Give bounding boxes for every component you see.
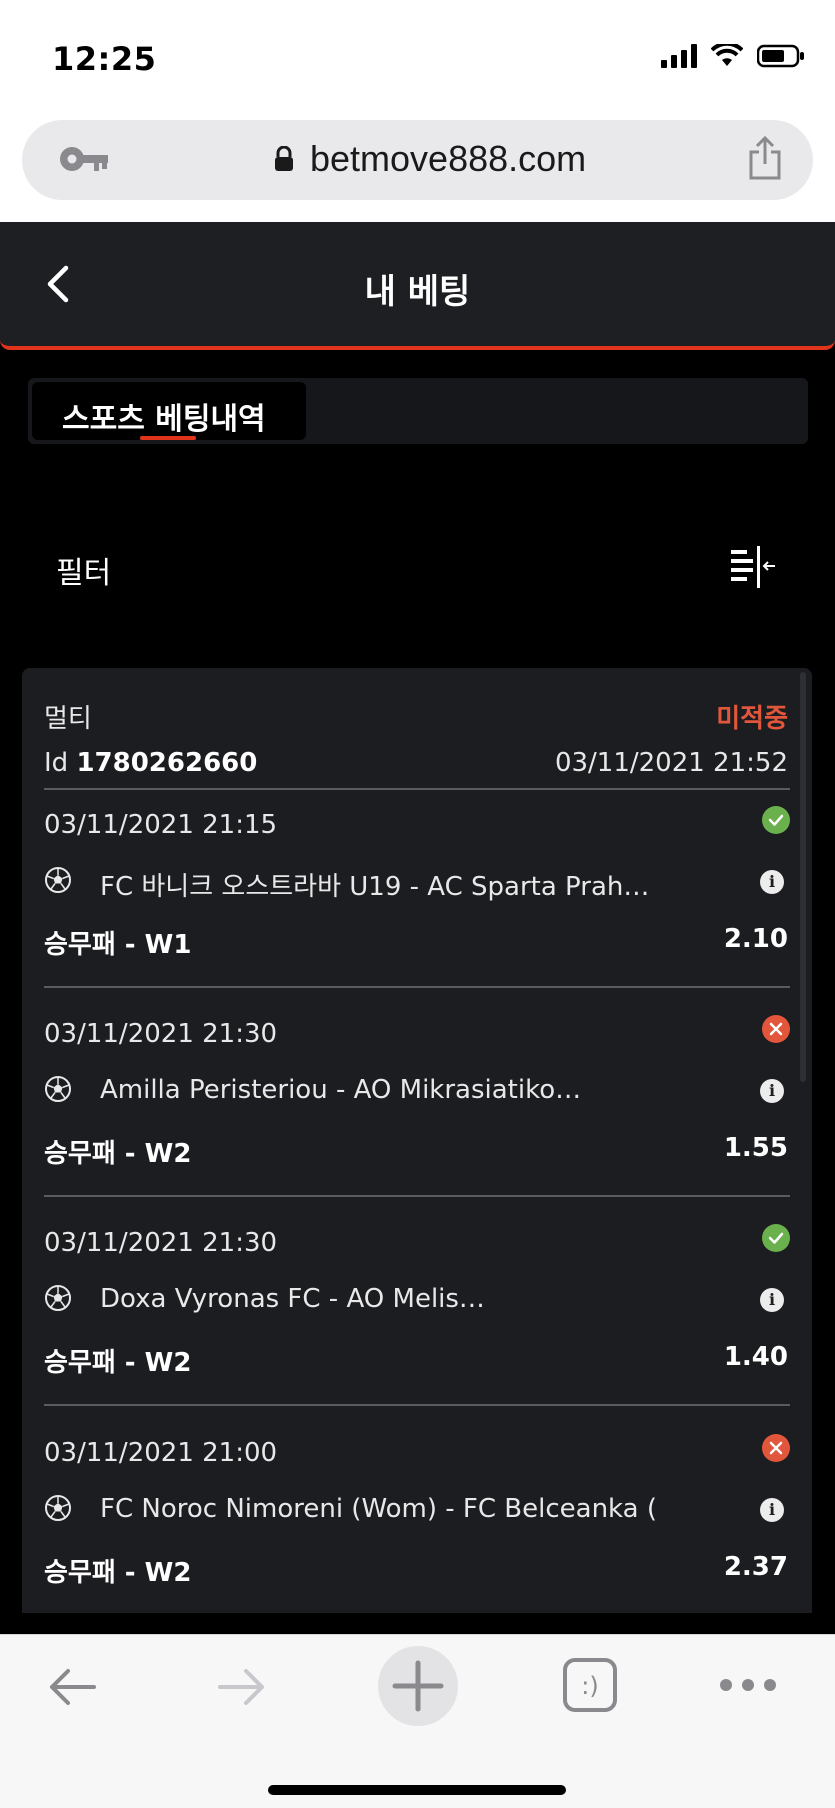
- leg-market: 승무패 - W2: [44, 1558, 192, 1588]
- leg-odds: 2.37: [723, 1552, 788, 1582]
- bet-leg: 03/11/2021 21:00 FC Noroc Nimoreni (Wom)…: [22, 1418, 812, 1613]
- forward-arrow-icon[interactable]: [214, 1659, 270, 1719]
- bet-leg: 03/11/2021 21:30 Doxa Vyronas FC - AO Me…: [22, 1208, 812, 1418]
- leg-date: 03/11/2021 21:15: [44, 810, 278, 840]
- status-bar: 12:25: [0, 0, 835, 110]
- tab-label: 스포츠 베팅내역: [62, 402, 266, 437]
- leg-match: Amilla Peristeriou - AO Mikrasiatiko…: [100, 1075, 582, 1105]
- soccer-ball-icon: [44, 1284, 72, 1316]
- divider: [44, 1195, 790, 1197]
- leg-date: 03/11/2021 21:00: [44, 1438, 278, 1468]
- soccer-ball-icon: [44, 1075, 72, 1107]
- more-icon[interactable]: [716, 1675, 780, 1699]
- lock-icon: [274, 145, 294, 176]
- tab-active-indicator: [140, 436, 196, 440]
- leg-odds: 2.10: [723, 924, 788, 954]
- bet-leg: 03/11/2021 21:15 FC 바니크 오스트라바 U19 - AC S…: [22, 790, 812, 1000]
- divider: [44, 1404, 790, 1406]
- key-icon[interactable]: [58, 144, 110, 178]
- win-check-icon: [762, 1224, 790, 1252]
- leg-odds: 1.40: [723, 1342, 788, 1372]
- leg-match: FC 바니크 오스트라바 U19 - AC Sparta Prah…: [100, 872, 650, 902]
- divider: [44, 986, 790, 988]
- app-header: 내 베팅: [0, 222, 835, 350]
- svg-text::): :): [581, 1672, 598, 1700]
- bet-type: 멀티: [44, 704, 92, 734]
- new-tab-plus-icon[interactable]: [377, 1645, 459, 1731]
- leg-market: 승무패 - W2: [44, 1348, 192, 1378]
- share-icon[interactable]: [747, 135, 783, 184]
- wifi-icon: [711, 44, 743, 68]
- info-icon[interactable]: i: [760, 1079, 784, 1103]
- info-icon[interactable]: i: [760, 1498, 784, 1522]
- bet-status: 미적중: [716, 704, 788, 734]
- leg-match: Doxa Vyronas FC - AO Melis…: [100, 1284, 485, 1314]
- leg-market: 승무패 - W2: [44, 1139, 192, 1169]
- back-arrow-icon[interactable]: [44, 1659, 100, 1719]
- info-icon[interactable]: i: [760, 870, 784, 894]
- bet-id-label: Id: [44, 748, 69, 778]
- filter-label[interactable]: 필터: [56, 548, 111, 592]
- soccer-ball-icon: [44, 866, 72, 898]
- leg-odds: 1.55: [723, 1133, 788, 1163]
- status-time: 12:25: [52, 40, 157, 78]
- cellular-signal-icon: [661, 44, 697, 68]
- home-indicator: [268, 1785, 566, 1795]
- status-icons: [661, 44, 805, 68]
- bet-leg: 03/11/2021 21:30 Amilla Peristeriou - AO…: [22, 999, 812, 1209]
- filter-icon[interactable]: [731, 546, 777, 592]
- loss-x-icon: [762, 1015, 790, 1043]
- soccer-ball-icon: [44, 1494, 72, 1526]
- win-check-icon: [762, 806, 790, 834]
- bet-id: Id 1780262660: [44, 748, 257, 778]
- tabs-icon[interactable]: :): [562, 1657, 618, 1717]
- leg-match: FC Noroc Nimoreni (Wom) - FC Belceanka (…: [100, 1494, 660, 1524]
- browser-toolbar: :): [0, 1634, 835, 1808]
- page-title: 내 베팅: [364, 272, 471, 312]
- url-text[interactable]: betmove888.com: [310, 138, 586, 180]
- tab-bar: 스포츠 베팅내역: [28, 378, 808, 444]
- battery-icon: [757, 44, 805, 68]
- loss-x-icon: [762, 1434, 790, 1462]
- bet-card: 멀티 미적중 Id 1780262660 03/11/2021 21:52 03…: [22, 668, 812, 1613]
- leg-market: 승무패 - W1: [44, 930, 192, 960]
- tab-sports-bet-history[interactable]: 스포츠 베팅내역: [32, 382, 306, 440]
- browser-address-area: betmove888.com: [0, 110, 835, 222]
- leg-date: 03/11/2021 21:30: [44, 1228, 278, 1258]
- leg-date: 03/11/2021 21:30: [44, 1019, 278, 1049]
- address-bar[interactable]: betmove888.com: [22, 120, 813, 200]
- info-icon[interactable]: i: [760, 1288, 784, 1312]
- bet-placed-date: 03/11/2021 21:52: [554, 748, 788, 778]
- bet-id-value: 1780262660: [76, 748, 258, 778]
